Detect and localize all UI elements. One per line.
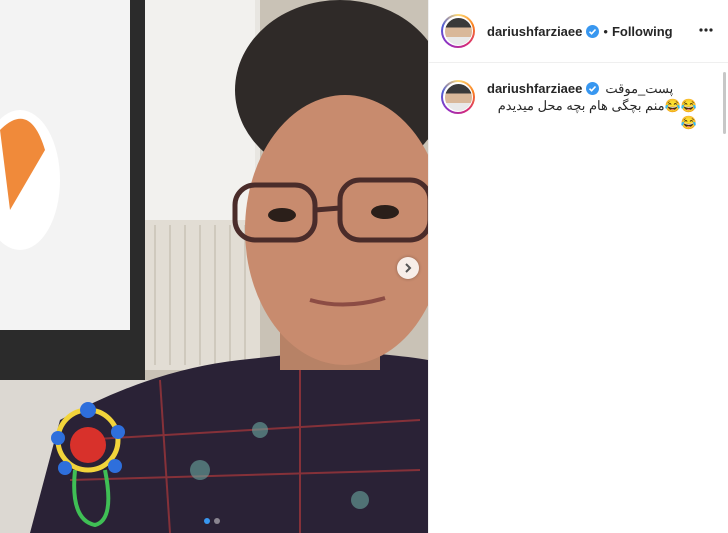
video-frame — [0, 0, 428, 533]
username-link[interactable]: dariushfarziaee — [487, 24, 582, 39]
caption-emoji: 😂 — [664, 98, 681, 113]
caption-emoji: 😂 — [680, 115, 697, 130]
caption-avatar[interactable] — [441, 80, 475, 114]
more-options-icon[interactable] — [698, 22, 714, 38]
carousel-next-button[interactable] — [397, 257, 419, 279]
caption-comment: dariushfarziaee پست_موقت 😂😂منم بچگی هام … — [429, 63, 728, 131]
comments-scrollbar[interactable] — [723, 72, 726, 134]
post-media — [0, 0, 428, 533]
caption-emoji: 😂 — [680, 98, 697, 113]
caption-username-link[interactable]: dariushfarziaee — [487, 80, 582, 97]
caption-hashtag[interactable]: پست_موقت — [605, 80, 673, 97]
separator-dot: • — [603, 23, 608, 39]
caption-line: منم بچگی هام بچه محل میدیدم — [497, 98, 665, 113]
following-button[interactable]: Following — [612, 24, 673, 39]
caption-text-end: 😂 — [487, 114, 697, 131]
carousel-indicator — [204, 518, 220, 524]
carousel-dot — [214, 518, 220, 524]
carousel-dot-active — [204, 518, 210, 524]
post-sidebar: dariushfarziaee • Following dariushfarzi… — [428, 0, 728, 533]
verified-badge-icon — [586, 82, 600, 95]
avatar[interactable] — [441, 14, 475, 48]
avatar-image — [444, 17, 472, 45]
caption-text: 😂😂منم بچگی هام بچه محل میدیدم — [487, 97, 697, 114]
avatar-image — [444, 83, 472, 111]
post-header: dariushfarziaee • Following — [429, 0, 728, 63]
verified-badge-icon — [586, 24, 600, 38]
chevron-right-icon — [405, 263, 412, 273]
